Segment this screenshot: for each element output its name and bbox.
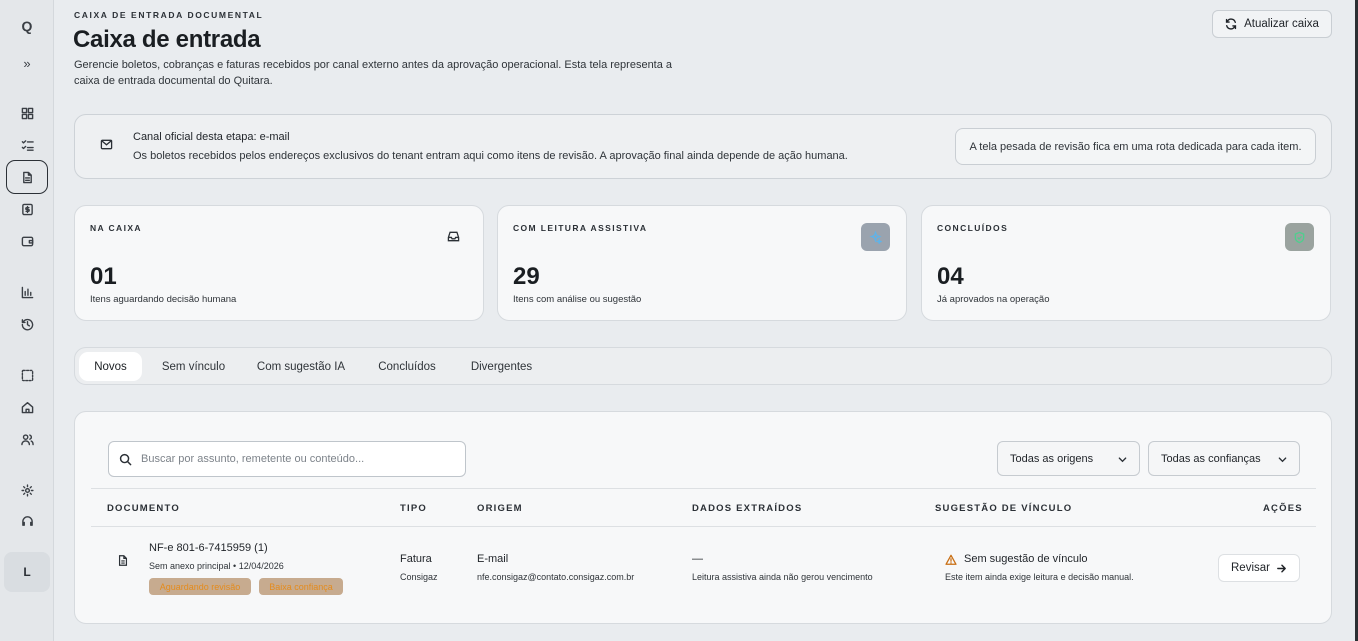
page-description: Gerencie boletos, cobranças e faturas re… [74, 59, 673, 87]
status-badge: Aguardando revisão [149, 578, 251, 595]
sidebar-item-history[interactable] [6, 310, 48, 338]
column-header-type: TIPO [400, 503, 427, 514]
tab-com-sugestao-ia[interactable]: Com sugestão IA [251, 352, 351, 381]
tab-divergentes[interactable]: Divergentes [464, 352, 539, 381]
review-route-info: A tela pesada de revisão fica em uma rot… [955, 128, 1316, 165]
document-icon [117, 554, 130, 568]
document-sender: nfe.consigaz@contato.consigaz.com.br [477, 572, 635, 582]
sidebar-item-settings[interactable] [6, 476, 48, 504]
refresh-inbox-button[interactable]: Atualizar caixa [1212, 10, 1332, 38]
extracted-note: Leitura assistiva ainda não gerou vencim… [692, 572, 873, 582]
sidebar-item-reports[interactable] [6, 278, 48, 306]
shield-check-icon [1285, 223, 1314, 251]
home-icon [21, 401, 33, 413]
sidebar-item-tasks[interactable] [6, 131, 48, 159]
sidebar-item-documents[interactable] [6, 160, 48, 194]
table-top-divider [91, 488, 1316, 489]
sidebar-item-wallet[interactable] [6, 227, 48, 255]
column-header-extracted: DADOS EXTRAÍDOS [692, 503, 803, 514]
extracted-value: — [692, 553, 703, 565]
sidebar-item-billing[interactable] [6, 195, 48, 223]
stat-card-assisted: COM LEITURA ASSISTIVA 29 Itens com análi… [497, 205, 907, 321]
column-header-actions: AÇÕES [1263, 503, 1303, 514]
search-input[interactable] [141, 442, 459, 476]
wallet-icon [21, 236, 33, 246]
review-button-label: Revisar [1231, 562, 1270, 574]
column-header-document: DOCUMENTO [107, 503, 180, 514]
sidebar-item-dashboard[interactable] [6, 99, 48, 127]
page-title: Caixa de entrada [73, 26, 261, 53]
tab-sem-vinculo[interactable]: Sem vínculo [154, 352, 233, 381]
inbox-icon [447, 230, 461, 244]
column-header-origin: ORIGEM [477, 503, 523, 514]
user-avatar[interactable]: L [4, 552, 50, 592]
document-icon [22, 171, 32, 183]
sidebar: Q » L [0, 0, 54, 641]
document-type: Fatura [400, 553, 432, 565]
stat-label: NA CAIXA [90, 223, 142, 233]
notice-title: Canal oficial desta etapa: e-mail [133, 131, 290, 143]
document-origin: E-mail [477, 553, 509, 565]
grid-icon [21, 107, 33, 119]
inbox-tabs: Novos Sem vínculo Com sugestão IA Conclu… [74, 347, 1332, 385]
expand-sidebar-button[interactable]: » [6, 49, 48, 77]
arrow-right-icon [1277, 564, 1286, 572]
page-eyebrow: CAIXA DE ENTRADA DOCUMENTAL [74, 10, 264, 20]
refresh-icon [1225, 18, 1237, 30]
column-header-suggestion: SUGESTÃO DE VÍNCULO [935, 503, 1073, 514]
warning-icon [945, 553, 958, 566]
link-suggestion-note: Este item ainda exige leitura e decisão … [945, 572, 1134, 582]
stat-label: COM LEITURA ASSISTIVA [513, 223, 648, 233]
sidebar-item-home[interactable] [6, 393, 48, 421]
stat-value: 04 [937, 263, 964, 290]
stat-subtitle: Itens aguardando decisão humana [90, 294, 237, 305]
stat-value: 01 [90, 263, 117, 290]
confidence-badge: Baixa confiança [259, 578, 343, 595]
sidebar-item-scan[interactable] [6, 361, 48, 389]
confidence-filter-select[interactable]: Todas as confianças [1148, 441, 1300, 476]
chevron-down-icon [1118, 457, 1127, 463]
document-subtitle: Sem anexo principal • 12/04/2026 [149, 561, 284, 571]
document-issuer: Consigaz [400, 572, 438, 582]
tab-novos[interactable]: Novos [79, 352, 142, 381]
table-header-divider [91, 526, 1316, 527]
chevron-down-icon [1278, 457, 1287, 463]
sidebar-item-support[interactable] [6, 507, 48, 535]
history-icon [21, 318, 33, 330]
origin-filter-select[interactable]: Todas as origens [997, 441, 1140, 476]
stat-subtitle: Itens com análise ou sugestão [513, 294, 642, 305]
stat-card-inbox: NA CAIXA 01 Itens aguardando decisão hum… [74, 205, 484, 321]
origin-filter-value: Todas as origens [1010, 452, 1094, 465]
sidebar-item-users[interactable] [6, 425, 48, 453]
gear-icon [20, 483, 34, 497]
tab-concluidos[interactable]: Concluídos [372, 352, 442, 381]
inbox-table-panel: Todas as origens Todas as confianças DOC… [74, 411, 1332, 624]
dashed-square-icon [21, 369, 33, 381]
headset-icon [21, 515, 33, 526]
stat-card-completed: CONCLUÍDOS 04 Já aprovados na operação [921, 205, 1331, 321]
confidence-filter-value: Todas as confianças [1161, 452, 1261, 465]
review-button[interactable]: Revisar [1218, 554, 1300, 582]
search-icon [119, 453, 132, 466]
notice-text: Os boletos recebidos pelos endereços exc… [133, 150, 848, 162]
stat-subtitle: Já aprovados na operação [937, 294, 1050, 305]
checklist-icon [21, 139, 34, 151]
bar-chart-icon [21, 286, 33, 298]
sparkle-icon [861, 223, 890, 251]
stat-value: 29 [513, 263, 540, 290]
mail-icon [100, 138, 114, 152]
link-suggestion: Sem sugestão de vínculo [964, 553, 1088, 565]
channel-notice: Canal oficial desta etapa: e-mail Os bol… [74, 114, 1332, 179]
app-logo[interactable]: Q [6, 12, 48, 40]
search-box[interactable] [108, 441, 466, 477]
document-title[interactable]: NF-e 801-6-7415959 (1) [149, 542, 268, 554]
users-icon [20, 433, 34, 445]
stat-label: CONCLUÍDOS [937, 223, 1009, 233]
dollar-icon [21, 203, 33, 215]
refresh-inbox-label: Atualizar caixa [1244, 18, 1319, 30]
